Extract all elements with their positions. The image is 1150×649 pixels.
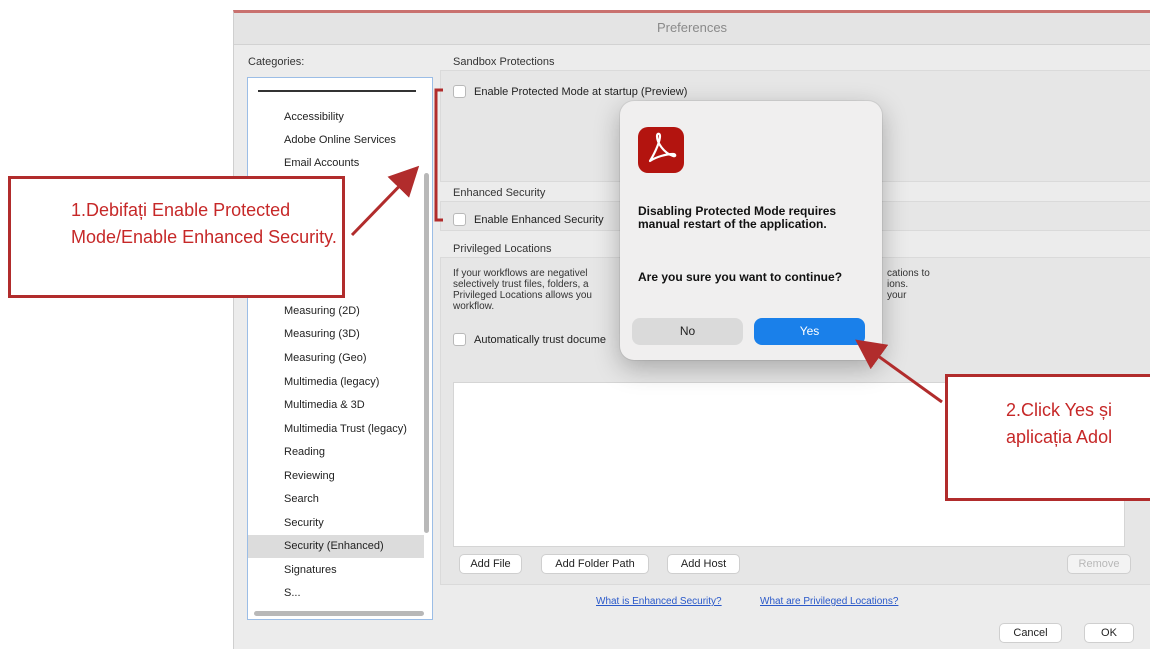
arrow-to-yes-button bbox=[855, 339, 943, 404]
bracket-icon bbox=[434, 88, 443, 222]
arrow-to-checkboxes bbox=[350, 165, 420, 237]
annotation-arrows bbox=[350, 88, 943, 404]
